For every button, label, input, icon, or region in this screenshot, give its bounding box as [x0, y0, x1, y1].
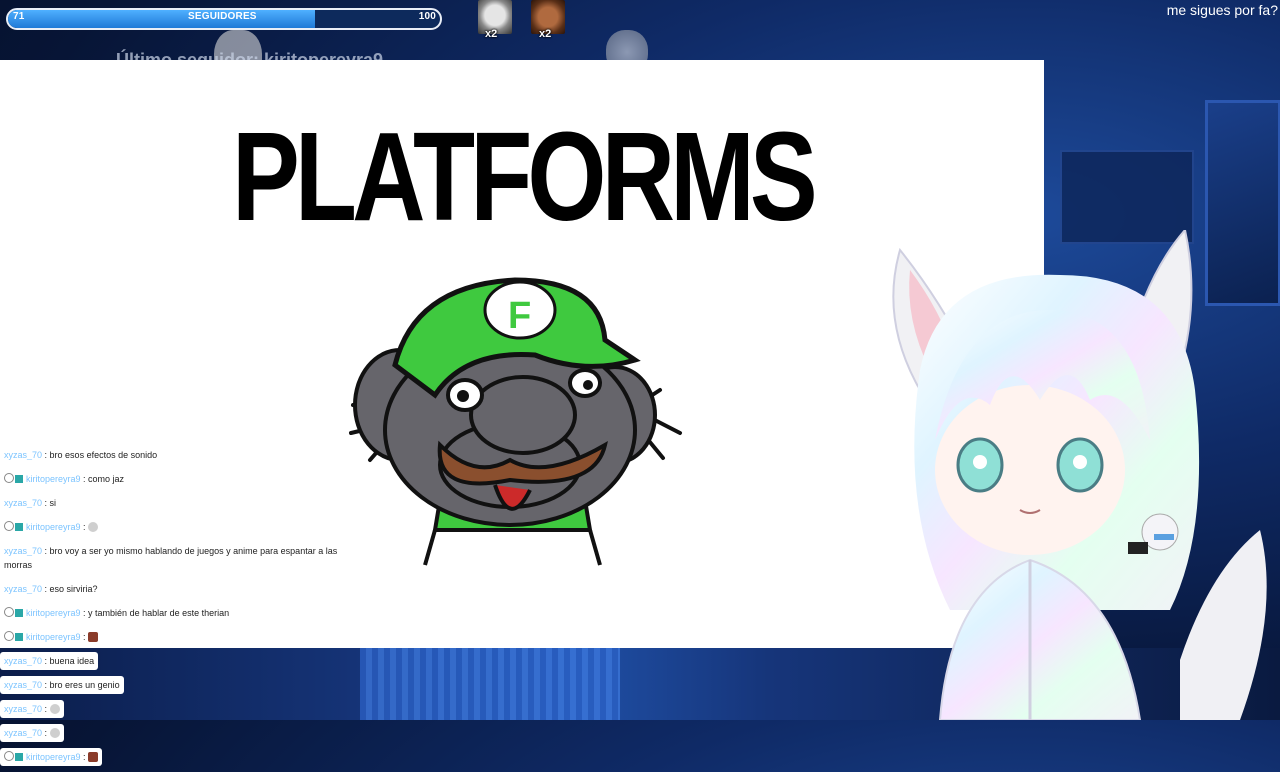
- chat-emote-icon: [49, 704, 60, 714]
- chat-username[interactable]: xyzas_70: [4, 656, 42, 666]
- chat-message: xyzas_70 : bro voy a ser yo mismo hablan…: [0, 542, 346, 574]
- chat-username[interactable]: xyzas_70: [4, 450, 42, 460]
- chat-text: como jaz: [88, 474, 125, 484]
- chat-text: buena idea: [49, 656, 95, 666]
- chat-message: kiritopereyra9 : y también de hablar de …: [0, 604, 234, 622]
- moderator-badge-icon: [4, 631, 14, 641]
- sub-badge-icon: [15, 753, 23, 761]
- sub-badge-icon: [15, 475, 23, 483]
- mouse-mascot-illustration: F: [349, 277, 682, 566]
- chat-overlay: xyzas_70 : bro esos efectos de sonido kir…: [0, 446, 350, 772]
- sub-badge-icon: [15, 633, 23, 641]
- meme-title: PLATFORMS: [232, 106, 818, 248]
- chat-username[interactable]: kiritopereyra9: [26, 474, 81, 484]
- chat-message: xyzas_70 : eso sirviria?: [0, 580, 102, 598]
- sub-badge-icon: [15, 609, 23, 617]
- chat-message: xyzas_70 :: [0, 700, 64, 718]
- chat-text: bro esos efectos de sonido: [49, 450, 158, 460]
- follower-goal-bar: 71 SEGUIDORES 100: [6, 8, 442, 30]
- chat-text: bro voy a ser yo mismo hablando de juego…: [4, 546, 338, 570]
- chat-username[interactable]: xyzas_70: [4, 728, 42, 738]
- chat-message: xyzas_70 : buena idea: [0, 652, 99, 670]
- chat-username[interactable]: xyzas_70: [4, 584, 42, 594]
- chat-username[interactable]: xyzas_70: [4, 546, 42, 556]
- moderator-badge-icon: [4, 473, 14, 483]
- cap-letter: F: [508, 295, 531, 337]
- chat-message: xyzas_70 : si: [0, 494, 61, 512]
- chat-text: si: [49, 498, 57, 508]
- chat-emote-icon: [88, 752, 99, 762]
- chat-message: xyzas_70 : bro esos efectos de sonido: [0, 446, 162, 464]
- chat-message: xyzas_70 : bro eres un genio: [0, 676, 124, 694]
- follower-goal-label: SEGUIDORES: [188, 11, 257, 22]
- chat-username[interactable]: xyzas_70: [4, 704, 42, 714]
- follower-goal-fill: [8, 10, 315, 28]
- chat-message: kiritopereyra9 :: [0, 628, 103, 646]
- chat-emote-icon: [88, 632, 99, 642]
- chat-emote-icon: [49, 728, 60, 738]
- background-rug: [360, 648, 620, 720]
- follower-goal-max: 100: [418, 11, 436, 22]
- moderator-badge-icon: [4, 521, 14, 531]
- chat-username[interactable]: xyzas_70: [4, 498, 42, 508]
- moderator-badge-icon: [4, 607, 14, 617]
- man-emote-multiplier: x2: [539, 28, 552, 40]
- chat-message: kiritopereyra9 :: [0, 748, 103, 766]
- chat-username[interactable]: kiritopereyra9: [26, 752, 81, 762]
- chat-username[interactable]: xyzas_70: [4, 680, 42, 690]
- chat-message: kiritopereyra9 : como jaz: [0, 470, 129, 488]
- chat-text: y también de hablar de este therian: [88, 608, 230, 618]
- chat-username[interactable]: kiritopereyra9: [26, 632, 81, 642]
- overlay-message: me sigues por fa?: [1166, 2, 1278, 18]
- chat-username[interactable]: kiritopereyra9: [26, 522, 81, 532]
- chat-emote-icon: [88, 522, 99, 532]
- chat-message: xyzas_70 :: [0, 724, 64, 742]
- chat-text: eso sirviria?: [49, 584, 98, 594]
- chat-username[interactable]: kiritopereyra9: [26, 608, 81, 618]
- follower-goal-min: 71: [13, 11, 25, 22]
- sub-badge-icon: [15, 523, 23, 531]
- chat-message: kiritopereyra9 :: [0, 518, 103, 536]
- moderator-badge-icon: [4, 751, 14, 761]
- mini-vtuber-icon: [1128, 513, 1179, 554]
- chat-text: bro eres un genio: [49, 680, 120, 690]
- vtuber-avatar: [892, 230, 1267, 720]
- cat-emote-multiplier: x2: [485, 28, 498, 40]
